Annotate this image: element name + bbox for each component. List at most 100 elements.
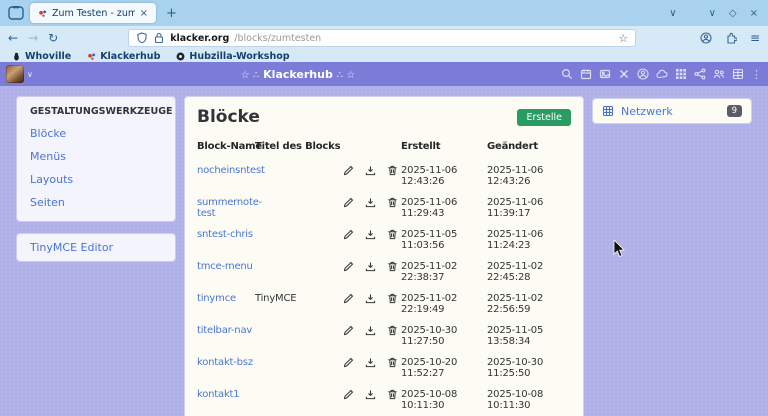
block-title <box>255 384 343 416</box>
window-close-icon[interactable]: × <box>750 8 758 19</box>
network-widget[interactable]: Netzwerk 9 <box>592 98 752 124</box>
grid-icon[interactable] <box>732 68 744 80</box>
block-name-link[interactable]: tinymce <box>197 293 236 304</box>
table-row: kontakt-bsz 2025-10-20 11:52:27 2025 <box>197 352 573 384</box>
network-icon[interactable] <box>694 68 706 80</box>
channel-menu-caret-icon[interactable]: ∨ <box>27 70 33 79</box>
window-maximize-icon[interactable]: ◇ <box>729 8 737 19</box>
shield-icon[interactable] <box>136 32 148 44</box>
browser-tab[interactable]: Zum Testen - zumtesten@ × <box>30 3 156 23</box>
kebab-menu-icon[interactable]: ⋮ <box>751 69 762 80</box>
bookmark-whoville[interactable]: Whoville <box>12 51 71 62</box>
network-link[interactable]: Netzwerk <box>621 105 673 118</box>
url-path: /blocks/zumtesten <box>234 33 321 44</box>
bookmark-klackerhub[interactable]: Klackerhub <box>87 51 160 62</box>
block-name-link[interactable]: summernote-test <box>197 197 262 219</box>
download-icon[interactable] <box>365 389 376 400</box>
back-icon[interactable]: ← <box>8 32 18 44</box>
contacts-icon[interactable] <box>713 68 725 80</box>
firefox-view-icon[interactable] <box>8 6 24 20</box>
list-tabs-icon[interactable]: ∨ <box>669 8 676 19</box>
block-title <box>255 256 343 288</box>
table-row: tmce-menu 2025-11-02 22:38:37 2025-1 <box>197 256 573 288</box>
modified-date: 2025-11-06 11:24:23 <box>487 224 573 256</box>
sidebar-item[interactable]: Layouts <box>30 173 162 186</box>
search-icon[interactable] <box>561 68 573 80</box>
created-date: 2025-10-20 11:52:27 <box>401 352 487 384</box>
bookmarks-bar: Whoville Klackerhub Hubzilla-Workshop <box>0 50 768 62</box>
block-name-link[interactable]: kontakt1 <box>197 389 239 400</box>
delete-icon[interactable] <box>387 229 398 240</box>
photos-icon[interactable] <box>599 68 611 80</box>
edit-icon[interactable] <box>343 389 354 400</box>
left-sidebar: GESTALTUNGSWERKZEUGE BlöckeMenüsLayoutsS… <box>16 96 176 262</box>
url-bar[interactable]: klacker.org/blocks/zumtesten ☆ <box>128 29 636 47</box>
block-title: TinyMCE <box>255 288 343 320</box>
navigation-toolbar: ← → ↻ klacker.org/blocks/zumtesten ☆ ≡ <box>0 26 768 50</box>
created-date: 2025-11-06 11:29:43 <box>401 192 487 224</box>
network-grid-icon <box>602 105 614 117</box>
edit-icon[interactable] <box>343 229 354 240</box>
edit-icon[interactable] <box>343 357 354 368</box>
cloud-icon[interactable] <box>656 68 668 80</box>
avatar[interactable] <box>6 65 24 83</box>
apps-icon[interactable] <box>675 68 687 80</box>
sidebar-item-tinymce-editor[interactable]: TinyMCE Editor <box>30 241 162 254</box>
edit-icon[interactable] <box>343 197 354 208</box>
block-name-link[interactable]: kontakt-bsz <box>197 357 253 368</box>
col-header-actions <box>343 137 401 160</box>
delete-icon[interactable] <box>387 389 398 400</box>
sidebar-item[interactable]: Menüs <box>30 150 162 163</box>
download-icon[interactable] <box>365 165 376 176</box>
edit-icon[interactable] <box>343 165 354 176</box>
download-icon[interactable] <box>365 293 376 304</box>
delete-icon[interactable] <box>387 325 398 336</box>
title-decor-left: ☆ ∴ <box>241 70 260 81</box>
download-icon[interactable] <box>365 261 376 272</box>
table-row: summernote-test 2025-11-06 11:29:43 <box>197 192 573 224</box>
download-icon[interactable] <box>365 197 376 208</box>
edit-icon[interactable] <box>343 261 354 272</box>
editor-widget: TinyMCE Editor <box>16 233 176 262</box>
extensions-icon[interactable] <box>725 32 737 44</box>
lock-icon[interactable] <box>153 32 165 44</box>
forward-icon[interactable]: → <box>28 32 38 44</box>
blocks-table: Block-Name Titel des Blocks Erstellt Geä… <box>197 137 573 416</box>
download-icon[interactable] <box>365 325 376 336</box>
delete-icon[interactable] <box>387 261 398 272</box>
table-row: nocheinsntest 2025-11-06 12:43:26 20 <box>197 160 573 192</box>
table-row: tinymce TinyMCE 2025-11-02 22:19:49 2 <box>197 288 573 320</box>
bookmark-hubzilla-workshop[interactable]: Hubzilla-Workshop <box>176 51 289 62</box>
bookmark-star-icon[interactable]: ☆ <box>618 32 628 45</box>
delete-icon[interactable] <box>387 357 398 368</box>
account-icon[interactable] <box>700 32 712 44</box>
tab-close-icon[interactable]: × <box>140 8 148 19</box>
window-minimize-icon[interactable]: ∨ <box>709 8 716 19</box>
sidebar-item[interactable]: Seiten <box>30 196 162 209</box>
bookmark-label: Klackerhub <box>100 51 160 62</box>
delete-icon[interactable] <box>387 293 398 304</box>
menu-hamburger-icon[interactable]: ≡ <box>750 31 760 45</box>
block-name-link[interactable]: nocheinsntest <box>197 165 265 176</box>
events-icon[interactable] <box>580 68 592 80</box>
download-icon[interactable] <box>365 357 376 368</box>
reload-icon[interactable]: ↻ <box>48 32 58 44</box>
tab-bar: Zum Testen - zumtesten@ × + ∨ ∨ ◇ × <box>0 0 768 26</box>
edit-icon[interactable] <box>343 293 354 304</box>
create-button[interactable]: Erstelle <box>517 109 571 126</box>
col-header-name: Block-Name <box>197 137 255 160</box>
navbar-icons: ⋮ <box>561 68 762 80</box>
profile-icon[interactable] <box>637 68 649 80</box>
delete-icon[interactable] <box>387 165 398 176</box>
created-date: 2025-11-02 22:38:37 <box>401 256 487 288</box>
close-icon[interactable] <box>618 68 630 80</box>
block-name-link[interactable]: sntest-chris <box>197 229 253 240</box>
download-icon[interactable] <box>365 229 376 240</box>
edit-icon[interactable] <box>343 325 354 336</box>
block-name-link[interactable]: tmce-menu <box>197 261 253 272</box>
block-name-link[interactable]: titelbar-nav <box>197 325 252 336</box>
table-row: kontakt1 2025-10-08 10:11:30 2025-10 <box>197 384 573 416</box>
new-tab-button[interactable]: + <box>166 6 177 21</box>
sidebar-item[interactable]: Blöcke <box>30 127 162 140</box>
delete-icon[interactable] <box>387 197 398 208</box>
